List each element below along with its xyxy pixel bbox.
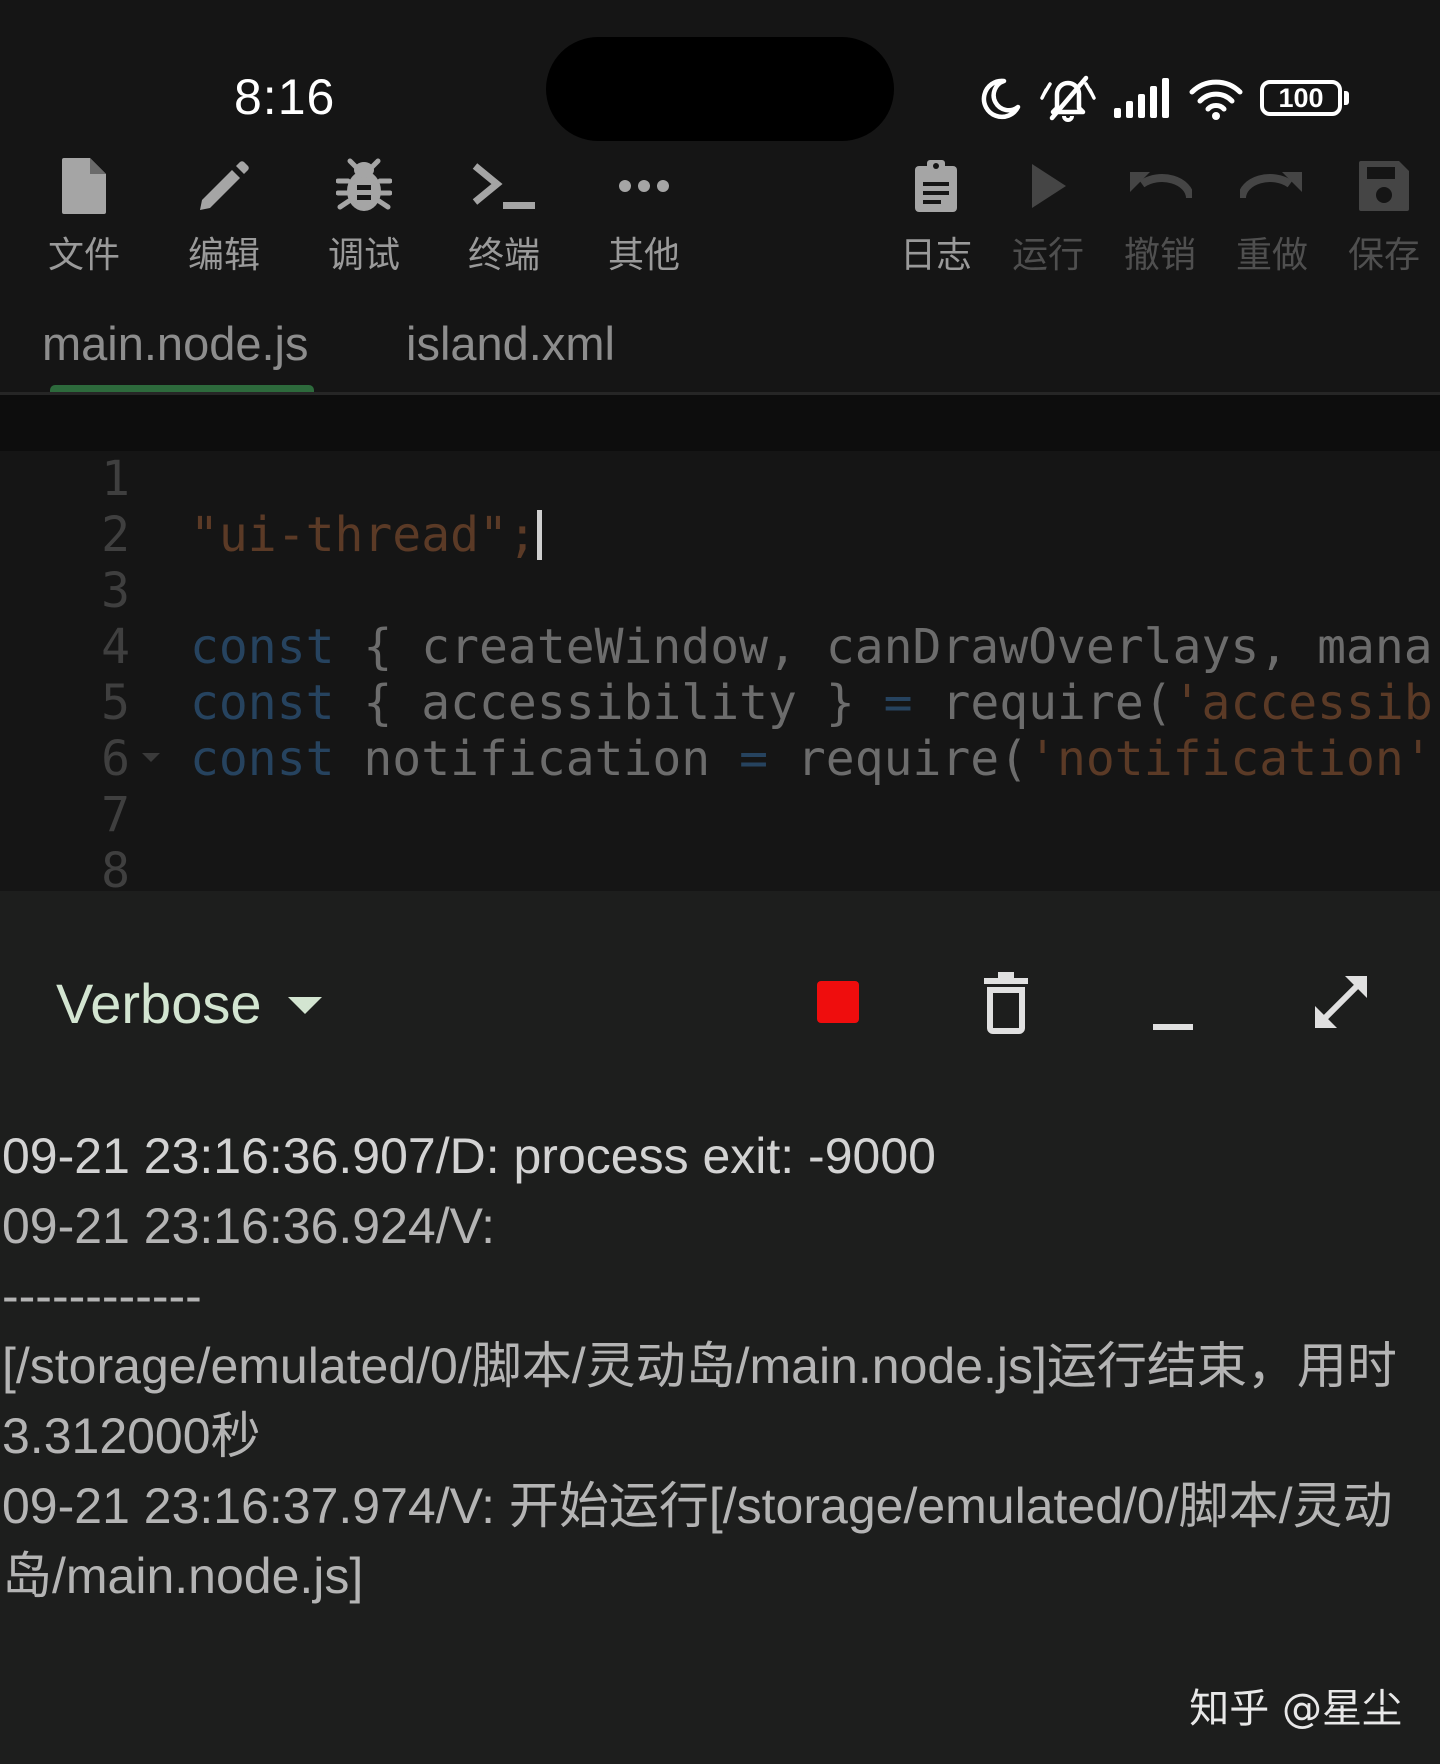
undo-button[interactable]: 撤销 [1104, 150, 1216, 280]
minimize-button[interactable] [1128, 957, 1218, 1047]
stop-button[interactable] [793, 957, 883, 1047]
trash-icon [984, 972, 1028, 1034]
debug-label: 调试 [327, 235, 400, 276]
screen: 8:16 100 文件 编辑 调试 终端 其他 日志 运行 撤销 重做 保存 m… [0, 0, 1440, 1764]
mute-icon [1040, 75, 1096, 122]
terminal-label: 终端 [467, 235, 540, 276]
code-line: 6 [0, 675, 1440, 787]
fold-toggle-icon[interactable] [142, 753, 160, 762]
expand-button[interactable] [1296, 957, 1386, 1047]
clear-log-button[interactable] [961, 957, 1051, 1047]
watermark: 知乎 @星尘 [1189, 1686, 1402, 1732]
run-label: 运行 [1011, 235, 1084, 276]
file-tabs: main.node.js island.xml [0, 300, 1440, 396]
log-line: ------------ [2, 1268, 202, 1324]
redo-button[interactable]: 重做 [1216, 150, 1328, 280]
code-line: 2 [0, 451, 1440, 563]
expand-icon [1315, 976, 1367, 1028]
bug-icon [336, 158, 392, 211]
log-label: 日志 [899, 235, 972, 276]
file-button[interactable]: 文件 [28, 150, 140, 280]
status-icons: 100 [978, 70, 1349, 126]
moon-icon [981, 78, 1021, 120]
toolbar: 文件 编辑 调试 终端 其他 日志 运行 撤销 重做 保存 [0, 150, 1440, 280]
minimize-icon [1153, 1024, 1193, 1030]
terminal-icon [472, 163, 535, 209]
log-line: 09-21 23:16:36.907/D: process exit: -900… [2, 1128, 936, 1184]
run-button[interactable]: 运行 [992, 150, 1104, 280]
wifi-icon [1189, 79, 1243, 120]
code-line: 1 "ui-thread"; [0, 395, 1440, 563]
battery-tip [1344, 91, 1349, 105]
redo-icon [1240, 172, 1302, 199]
more-label: 其他 [607, 235, 680, 276]
code-line: 5 const notification = require('notifica… [0, 619, 1440, 787]
status-time: 8:16 [234, 69, 336, 125]
save-label: 保存 [1347, 235, 1420, 276]
battery-level: 100 [1278, 82, 1324, 113]
log-output: 09-21 23:16:36.907/D: process exit: -900… [2, 1121, 1438, 1611]
undo-icon [1130, 172, 1192, 199]
tab-island-xml[interactable]: island.xml [406, 316, 615, 371]
pencil-icon [200, 161, 249, 210]
stop-icon [817, 981, 859, 1023]
log-panel: Verbose 09-21 23:16:36.907/D: process ex… [0, 891, 1440, 1764]
camera-cutout [546, 37, 894, 141]
clipboard-icon [915, 160, 957, 212]
code-line: 8 const island = new DynamicIsland(); [0, 787, 1440, 891]
signal-icon [1114, 78, 1169, 118]
play-icon [1032, 164, 1066, 208]
redo-label: 重做 [1235, 235, 1308, 276]
code-line: 4 const { accessibility } = require('acc… [0, 563, 1440, 731]
log-line: [/storage/emulated/0/脚本/灵动岛/main.node.js… [2, 1338, 1397, 1464]
status-bar: 8:16 100 [0, 0, 1440, 150]
more-icon [619, 180, 669, 192]
battery-icon: 100 [1260, 80, 1342, 116]
code-line: 7 async function main() { [0, 731, 1440, 843]
edit-label: 编辑 [187, 235, 260, 276]
code-editor[interactable]: 1 "ui-thread"; 2 3 const { createWindow,… [0, 395, 1440, 891]
code-line: 9 await island.show(); [0, 843, 1440, 891]
edit-button[interactable]: 编辑 [168, 150, 280, 280]
log-level-value: Verbose [56, 972, 262, 1035]
log-line: 09-21 23:16:36.924/V: [2, 1198, 495, 1254]
save-button[interactable]: 保存 [1328, 150, 1440, 280]
file-label: 文件 [47, 235, 120, 276]
log-level-dropdown[interactable]: Verbose [56, 971, 322, 1036]
file-icon [62, 158, 106, 214]
log-line: 09-21 23:16:37.974/V: 开始运行[/storage/emul… [2, 1478, 1393, 1604]
save-icon [1359, 161, 1409, 211]
tab-main-node-js[interactable]: main.node.js [42, 316, 309, 371]
caret-down-icon [287, 997, 322, 1014]
log-button[interactable]: 日志 [880, 150, 992, 280]
more-button[interactable]: 其他 [588, 150, 700, 280]
debug-button[interactable]: 调试 [308, 150, 420, 280]
terminal-button[interactable]: 终端 [448, 150, 560, 280]
undo-label: 撤销 [1123, 235, 1196, 276]
code-line: 3 const { createWindow, canDrawOverlays,… [0, 507, 1440, 675]
